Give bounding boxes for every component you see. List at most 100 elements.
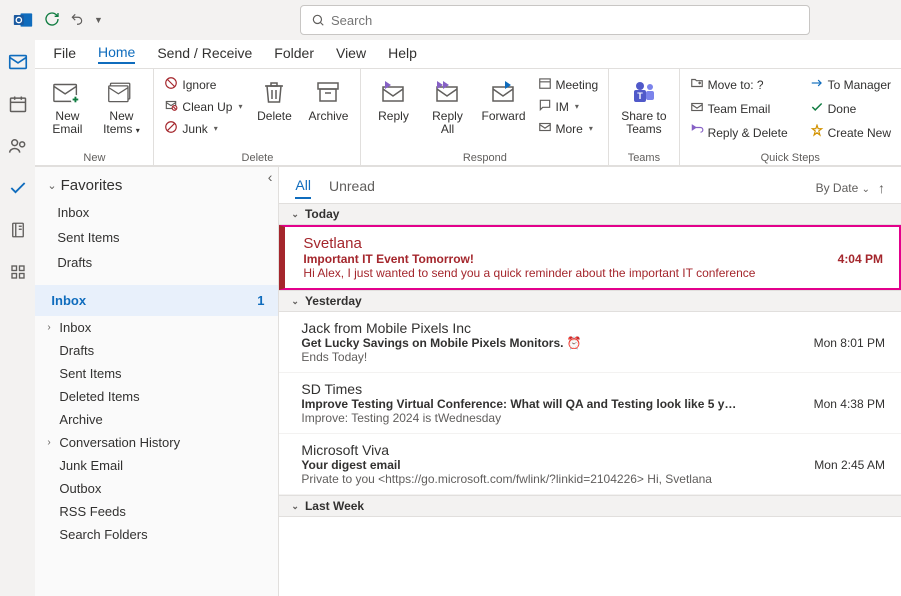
reply-icon	[379, 75, 407, 109]
folder-inbox-selected[interactable]: Inbox 1	[35, 285, 278, 316]
tree-rss[interactable]: RSS Feeds	[35, 500, 278, 523]
fav-inbox[interactable]: Inbox	[35, 200, 278, 225]
chevron-down-icon: ⌄	[291, 501, 299, 512]
quick-access-toolbar: ▼	[44, 11, 103, 30]
message-subject: Important IT Event Tomorrow!	[303, 252, 473, 266]
message-subject: Improve Testing Virtual Conference: What…	[301, 397, 741, 411]
done-icon	[810, 100, 824, 117]
qs-replydelete-button[interactable]: Reply & Delete	[688, 123, 790, 142]
menu-home[interactable]: Home	[98, 44, 135, 64]
message-preview: Hi Alex, I just wanted to send you a qui…	[303, 266, 883, 280]
date-group-yesterday[interactable]: ⌄Yesterday	[279, 290, 901, 312]
im-icon	[538, 98, 552, 115]
delete-button[interactable]: Delete	[250, 73, 298, 125]
tree-outbox[interactable]: Outbox	[35, 477, 278, 500]
delete-icon	[262, 75, 286, 109]
chevron-down-icon: ⌄	[47, 179, 56, 192]
tree-deleted[interactable]: Deleted Items	[35, 385, 278, 408]
ribbon-group-new: New Email New Items ▾ New	[35, 69, 154, 165]
moveto-icon	[690, 76, 704, 93]
tomanager-icon	[810, 76, 824, 93]
tree-junk[interactable]: Junk Email	[35, 454, 278, 477]
rail-more-icon[interactable]	[6, 260, 30, 284]
inbox-unread-count: 1	[257, 293, 264, 308]
tree-conversation-history[interactable]: ›Conversation History	[35, 431, 278, 454]
ribbon: New Email New Items ▾ New Ignore Clean U…	[35, 68, 901, 166]
collapse-pane-icon[interactable]: ‹	[268, 169, 273, 185]
im-button[interactable]: IM▾	[536, 97, 601, 116]
meeting-button[interactable]: Meeting	[536, 75, 601, 94]
cleanup-button[interactable]: Clean Up▾	[162, 97, 244, 116]
tree-search-folders[interactable]: Search Folders	[35, 523, 278, 546]
sync-icon[interactable]	[44, 11, 60, 30]
ribbon-group-teams: T Share to Teams Teams	[609, 69, 679, 165]
qat-dropdown-icon[interactable]: ▼	[94, 15, 103, 25]
rail-calendar-icon[interactable]	[6, 92, 30, 116]
tree-sent[interactable]: Sent Items	[35, 362, 278, 385]
menu-file[interactable]: File	[53, 45, 76, 63]
sort-direction-icon[interactable]: ↑	[878, 180, 885, 196]
fav-drafts[interactable]: Drafts	[35, 250, 278, 275]
menu-folder[interactable]: Folder	[274, 45, 314, 63]
menu-view[interactable]: View	[336, 45, 366, 63]
chevron-right-icon: ›	[47, 322, 57, 333]
rail-mail-icon[interactable]	[6, 50, 30, 74]
chevron-right-icon: ›	[47, 437, 57, 448]
tree-archive[interactable]: Archive	[35, 408, 278, 431]
forward-button[interactable]: Forward	[477, 73, 529, 125]
new-items-button[interactable]: New Items ▾	[97, 73, 145, 138]
createnew-icon	[810, 124, 824, 141]
undo-icon[interactable]	[70, 12, 84, 29]
reply-all-icon	[433, 75, 461, 109]
reply-all-button[interactable]: Reply All	[423, 73, 471, 138]
sort-by-date[interactable]: By Date ⌄	[816, 181, 870, 195]
ribbon-group-new-label: New	[35, 152, 153, 164]
message-item[interactable]: Jack from Mobile Pixels Inc Get Lucky Sa…	[279, 312, 901, 373]
qs-teamemail-button[interactable]: Team Email	[688, 99, 790, 118]
ribbon-group-quicksteps-label: Quick Steps	[680, 152, 901, 164]
ignore-button[interactable]: Ignore	[162, 75, 244, 94]
message-time: Mon 4:38 PM	[814, 397, 885, 411]
folder-pane: ‹ ⌄ Favorites Inbox Sent Items Drafts In…	[35, 167, 279, 596]
filter-bar: All Unread By Date ⌄ ↑	[279, 167, 901, 203]
menu-help[interactable]: Help	[388, 45, 417, 63]
message-subject: Your digest email	[301, 458, 400, 472]
message-time: Mon 2:45 AM	[814, 458, 885, 472]
favorites-header[interactable]: ⌄ Favorites	[35, 167, 278, 200]
share-to-teams-button[interactable]: T Share to Teams	[617, 73, 670, 138]
message-item[interactable]: Svetlana Important IT Event Tomorrow! 4:…	[279, 225, 901, 290]
menu-send-receive[interactable]: Send / Receive	[157, 45, 252, 63]
rail-notes-icon[interactable]	[6, 218, 30, 242]
message-from: Svetlana	[303, 235, 883, 252]
message-time: Mon 8:01 PM	[814, 336, 885, 350]
filter-unread[interactable]: Unread	[329, 178, 375, 198]
chevron-down-icon: ⌄	[291, 209, 299, 220]
archive-button[interactable]: Archive	[304, 73, 352, 125]
tree-inbox[interactable]: ›Inbox	[35, 316, 278, 339]
qs-moveto-button[interactable]: Move to: ?	[688, 75, 790, 94]
qs-createnew-button[interactable]: Create New	[808, 123, 893, 142]
tree-drafts[interactable]: Drafts	[35, 339, 278, 362]
rail-people-icon[interactable]	[6, 134, 30, 158]
date-group-lastweek[interactable]: ⌄Last Week	[279, 495, 901, 517]
qs-done-button[interactable]: Done	[808, 99, 893, 118]
message-list[interactable]: ⌄Today Svetlana Important IT Event Tomor…	[279, 203, 901, 596]
new-email-icon	[52, 75, 82, 109]
search-input[interactable]	[331, 13, 799, 28]
message-preview: Ends Today!	[301, 350, 885, 364]
respond-more-button[interactable]: More▾	[536, 119, 601, 138]
message-item[interactable]: SD Times Improve Testing Virtual Confere…	[279, 373, 901, 434]
junk-button[interactable]: Junk▾	[162, 119, 244, 138]
search-box[interactable]	[300, 5, 810, 35]
fav-sent[interactable]: Sent Items	[35, 225, 278, 250]
rail-todo-icon[interactable]	[6, 176, 30, 200]
reply-button[interactable]: Reply	[369, 73, 417, 125]
new-email-button[interactable]: New Email	[43, 73, 91, 138]
filter-all[interactable]: All	[295, 177, 311, 199]
message-from: SD Times	[301, 381, 885, 397]
menu-bar: File Home Send / Receive Folder View Hel…	[35, 40, 901, 68]
qs-tomanager-button[interactable]: To Manager	[808, 75, 893, 94]
junk-icon	[164, 120, 178, 137]
date-group-today[interactable]: ⌄Today	[279, 203, 901, 225]
message-item[interactable]: Microsoft Viva Your digest email Mon 2:4…	[279, 434, 901, 495]
